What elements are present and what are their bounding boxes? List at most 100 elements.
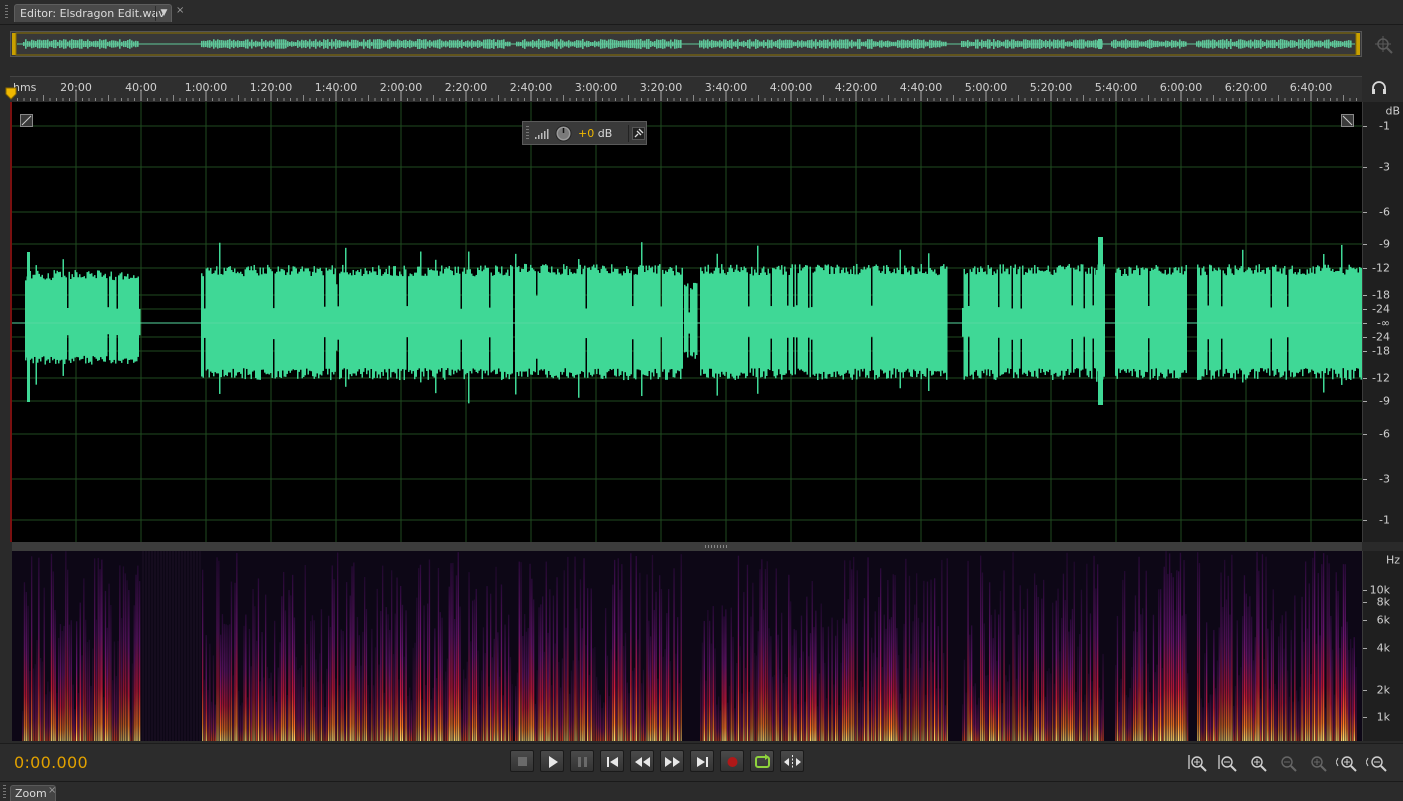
- waveform-bar: [1276, 271, 1278, 369]
- amplitude-ruler[interactable]: dB -1 -3 -6 -9 -12 -18 -24 -∞ -24 -18 -12 -9 -6 -3 -1: [1362, 102, 1403, 542]
- zoom-out-amplitude-button[interactable]: [1216, 752, 1238, 772]
- zoom-in-time-button[interactable]: [1246, 752, 1268, 772]
- frequency-ruler[interactable]: Hz 10k 8k 6k 4k 2k 1k: [1362, 551, 1403, 741]
- rewind-button[interactable]: [630, 750, 654, 772]
- waveform-bar: [457, 266, 459, 370]
- spectrogram-column: [36, 639, 38, 741]
- record-button[interactable]: [720, 750, 744, 772]
- splitter-grip[interactable]: [705, 545, 729, 548]
- spectrogram-column: [230, 581, 233, 741]
- spectrogram-column: [301, 665, 303, 741]
- time-ruler[interactable]: hms 20:00 40:00 1:00:00 1:20:00 1:40:00 2:00:…: [10, 76, 1362, 101]
- time-display[interactable]: 0:00.000: [14, 753, 88, 772]
- waveform-bar: [1263, 269, 1265, 372]
- zoom-navigator-icon[interactable]: [1373, 34, 1395, 56]
- editor-tab[interactable]: Editor: Elsdragon Edit.wav ▼: [14, 4, 172, 22]
- waveform-bar: [1011, 308, 1013, 340]
- spectrogram-column: [930, 579, 932, 741]
- waveform-bar: [1067, 265, 1069, 369]
- fade-out-handle-icon[interactable]: [1341, 114, 1354, 127]
- spectrogram-column: [380, 610, 382, 741]
- tab-close-icon[interactable]: ×: [176, 5, 184, 16]
- hud-grip[interactable]: [526, 126, 529, 141]
- spectrogram-column: [737, 555, 740, 741]
- pin-icon[interactable]: [632, 127, 645, 140]
- overview-navigator[interactable]: [10, 31, 1362, 57]
- waveform-bar: [908, 270, 910, 373]
- tab-menu-dropdown-icon[interactable]: ▼: [158, 7, 170, 19]
- zoom-in-point-button[interactable]: [1335, 752, 1358, 772]
- zoom-in-amplitude-button[interactable]: [1186, 752, 1208, 772]
- go-to-start-button[interactable]: [600, 750, 624, 772]
- waveform-bar: [136, 277, 138, 362]
- spectrogram-column: [128, 589, 130, 741]
- waveform-bar: [854, 274, 856, 369]
- spectrogram-column: [1197, 552, 1199, 741]
- spectrogram-column: [500, 584, 503, 741]
- spectrogram-column: [820, 603, 822, 741]
- spectrogram-column: [41, 661, 44, 741]
- go-to-end-button[interactable]: [690, 750, 714, 772]
- fade-in-handle-icon[interactable]: [20, 114, 33, 127]
- zoom-selection-button[interactable]: [1306, 752, 1328, 772]
- waveform-bar: [1124, 268, 1126, 372]
- spectrogram-column: [739, 646, 741, 741]
- stop-button[interactable]: [510, 750, 534, 772]
- zoom-out-full-button[interactable]: [1276, 752, 1298, 772]
- spectrogram-column: [328, 615, 330, 741]
- spectrogram-column: [764, 569, 767, 741]
- zoom-out-point-button[interactable]: [1365, 752, 1388, 772]
- spectrogram-column: [1140, 614, 1142, 741]
- spectrogram-column: [675, 653, 677, 741]
- spectrogram-column: [1348, 649, 1350, 741]
- waveform-bar: [1278, 271, 1280, 373]
- play-button[interactable]: [540, 750, 564, 772]
- waveform-display[interactable]: [12, 102, 1362, 542]
- spectrogram-column: [1276, 689, 1278, 741]
- waveform-bar: [41, 274, 43, 358]
- volume-value[interactable]: +0 dB: [578, 127, 612, 140]
- waveform-bar: [1019, 266, 1021, 369]
- waveform-bar: [25, 280, 27, 361]
- spectrogram-column: [1290, 630, 1292, 741]
- spectrogram-column: [1274, 683, 1276, 741]
- waveform-bar: [1320, 270, 1322, 379]
- spectrogram-column: [488, 686, 490, 741]
- volume-hud[interactable]: +0 dB: [522, 121, 647, 145]
- headphones-icon[interactable]: [1370, 80, 1388, 96]
- waveform-bar: [252, 270, 254, 372]
- fast-forward-button[interactable]: [660, 750, 684, 772]
- playhead-marker-icon[interactable]: [5, 87, 17, 101]
- zoom-panel-close-icon[interactable]: ×: [48, 785, 56, 796]
- spectrogram-column: [531, 578, 533, 741]
- spectrogram-column: [590, 588, 592, 741]
- skip-selection-button[interactable]: [780, 750, 804, 772]
- pause-button[interactable]: [570, 750, 594, 772]
- waveform-bar: [77, 277, 79, 358]
- spectral-frequency-display[interactable]: [12, 551, 1362, 741]
- spectrogram-column: [1319, 635, 1321, 741]
- spectrogram-column: [428, 559, 431, 741]
- spectrogram-column: [1251, 616, 1253, 741]
- view-splitter[interactable]: [12, 542, 1362, 551]
- panel-grip[interactable]: [5, 5, 8, 20]
- waveform-bar: [773, 268, 775, 377]
- bottom-panel-grip[interactable]: [3, 785, 6, 799]
- spectrogram-column: [540, 604, 542, 741]
- waveform-bar: [992, 275, 994, 374]
- waveform-bar: [611, 264, 613, 371]
- waveform-bar: [1288, 269, 1290, 371]
- waveform-bar: [1336, 270, 1338, 378]
- waveform-bar: [657, 265, 659, 380]
- spectrogram-column: [1330, 615, 1332, 741]
- waveform-bar: [253, 264, 255, 371]
- waveform-bar: [1140, 267, 1142, 376]
- waveform-bar: [480, 265, 482, 370]
- spectrogram-column: [608, 695, 610, 741]
- waveform-bar: [968, 306, 970, 337]
- volume-knob-icon[interactable]: [555, 125, 572, 142]
- loop-button[interactable]: [750, 750, 774, 772]
- spectrogram-column: [67, 569, 69, 741]
- waveform-bar: [1130, 267, 1132, 371]
- waveform-bar: [1046, 270, 1048, 372]
